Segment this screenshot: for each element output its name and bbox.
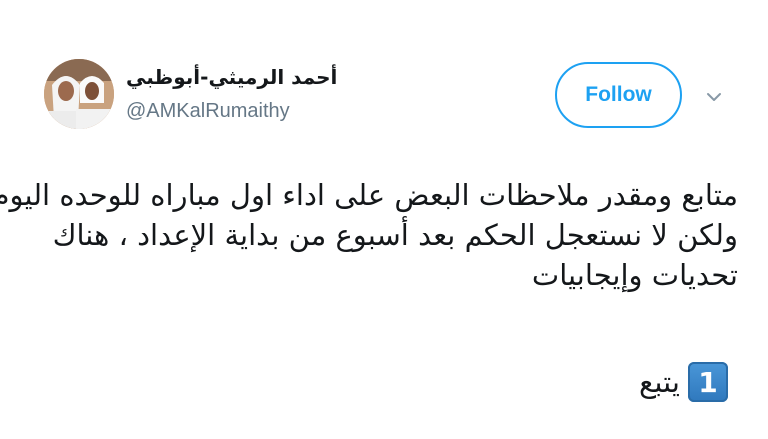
tweet-line: ولكن لا نستعجل الحكم بعد أسبوع من بداية … [52, 218, 738, 252]
display-name[interactable]: أحمد الرميثي-أبوظبي [126, 63, 337, 91]
user-handle[interactable]: @AMKalRumaithy [126, 97, 337, 125]
follow-button[interactable]: Follow [555, 62, 682, 128]
tweet-line: متابع ومقدر ملاحظات البعض على اداء اول م… [0, 178, 738, 212]
keycap-one-icon: 1 [688, 362, 728, 402]
chevron-down-icon[interactable] [705, 88, 723, 106]
tweet-text: متابع ومقدر ملاحظات البعض على اداء اول م… [0, 175, 738, 295]
user-names: أحمد الرميثي-أبوظبي @AMKalRumaithy [126, 63, 337, 125]
continuation-text: يتبع [638, 365, 680, 399]
avatar[interactable] [44, 59, 114, 129]
tweet-card: أحمد الرميثي-أبوظبي @AMKalRumaithy Follo… [0, 0, 768, 439]
avatar-photo [44, 59, 114, 129]
tweet-line: تحديات وإيجابيات [531, 258, 738, 292]
continuation-row: يتبع 1 [639, 362, 738, 402]
tweet-header: أحمد الرميثي-أبوظبي @AMKalRumaithy [44, 44, 337, 144]
